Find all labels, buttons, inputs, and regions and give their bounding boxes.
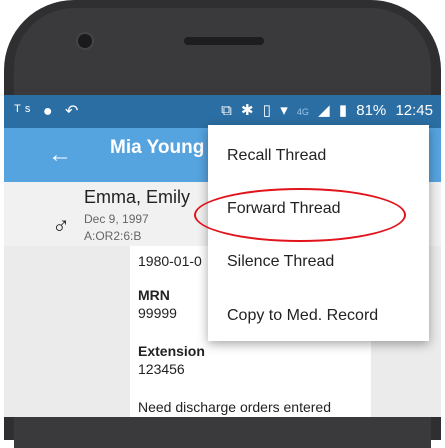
patient-location: A:OR2:6:B (84, 229, 142, 243)
male-icon: ♂ (52, 212, 70, 239)
dob-value: 1980-01-0 (138, 253, 202, 269)
menu-item-copy-to-med-record[interactable]: Copy to Med. Record (208, 291, 429, 341)
wifi-icon: ▾ (280, 102, 288, 119)
extension-value: 123456 (138, 361, 185, 377)
patient-dob: Dec 9, 1997 (84, 212, 149, 226)
call-missed-icon: ↶ (64, 103, 83, 120)
page-title: Mia Young (110, 137, 205, 158)
android-icon: ● (42, 103, 57, 120)
mrn-value: 99999 (138, 305, 177, 321)
phone-screen: ᵀˢ ● ↶ ⧉ ✱ ▯ ▾ 4G ◢ ▮ 81% 12:45 ← Mia Yo… (0, 95, 445, 417)
battery-percent: 81% (356, 102, 387, 119)
menu-item-silence-thread[interactable]: Silence Thread (208, 237, 429, 287)
menu-item-label: Recall Thread (227, 147, 327, 164)
menu-item-forward-thread[interactable]: Forward Thread (208, 184, 429, 234)
clock: 12:45 (395, 102, 433, 119)
network-type: 4G (296, 107, 309, 117)
overflow-menu: Recall Thread Forward Thread Silence Thr… (208, 125, 429, 341)
status-bar: ᵀˢ ● ↶ ⧉ ✱ ▯ ▾ 4G ◢ ▮ 81% 12:45 (4, 95, 441, 128)
mrn-label: MRN (138, 287, 170, 303)
bluetooth-icon: ✱ (241, 102, 254, 119)
earpiece-speaker (184, 37, 264, 45)
battery-icon: ▮ (338, 102, 348, 119)
menu-item-label: Silence Thread (227, 253, 335, 270)
menu-item-label: Copy to Med. Record (227, 307, 379, 324)
back-arrow-icon[interactable]: ← (48, 141, 72, 169)
signal-icon: ◢ (318, 102, 330, 119)
menu-item-label: Forward Thread (227, 200, 341, 217)
ts-icon: ᵀˢ (14, 103, 35, 120)
message-note: Need discharge orders entered (138, 399, 332, 415)
extension-label: Extension (138, 343, 205, 359)
menu-item-recall-thread[interactable]: Recall Thread (208, 131, 429, 181)
vibrate-icon: ▯ (262, 102, 272, 119)
patient-name: Emma, Emily (84, 187, 191, 207)
front-camera (78, 34, 92, 48)
screen-cast-icon: ⧉ (221, 102, 232, 119)
